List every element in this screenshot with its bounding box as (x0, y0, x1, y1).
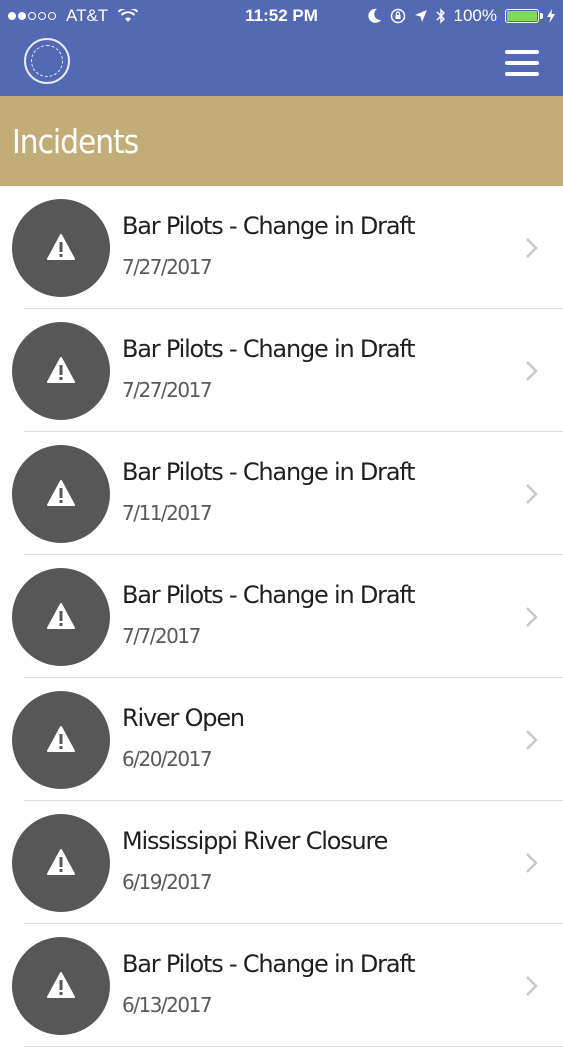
battery-percent: 100% (453, 6, 497, 25)
incident-title: Mississippi River Closure (122, 827, 388, 855)
status-bar: AT&T 11:52 PM 100% (0, 0, 563, 32)
page-title: Incidents (12, 122, 139, 161)
chevron-right-icon (526, 730, 538, 750)
incident-icon (12, 814, 110, 912)
incident-date: 7/11/2017 (122, 501, 213, 525)
warning-icon (47, 972, 75, 998)
incident-date: 7/27/2017 (122, 255, 213, 279)
incident-title: Bar Pilots - Change in Draft (122, 950, 416, 978)
chevron-right-icon (526, 484, 538, 504)
hamburger-menu-icon[interactable] (505, 50, 539, 76)
chevron-right-icon (526, 361, 538, 381)
rotation-lock-icon (390, 8, 405, 24)
incident-title: Bar Pilots - Change in Draft (122, 335, 416, 363)
incident-date: 7/27/2017 (122, 378, 213, 402)
incident-title: Bar Pilots - Change in Draft (122, 212, 416, 240)
warning-icon (47, 234, 75, 260)
list-item[interactable]: Bar Pilots - Change in Draft 7/11/2017 (0, 432, 563, 555)
location-arrow-icon (414, 10, 427, 22)
incident-icon (12, 568, 110, 666)
warning-icon (47, 480, 75, 506)
page-header: Incidents (0, 96, 563, 186)
charging-bolt-icon (547, 9, 555, 23)
status-right: 100% (367, 6, 555, 26)
incident-icon (12, 937, 110, 1035)
battery-icon (505, 9, 543, 23)
chevron-right-icon (526, 238, 538, 258)
incident-date: 6/19/2017 (122, 870, 213, 894)
incident-icon (12, 322, 110, 420)
chevron-right-icon (526, 853, 538, 873)
nav-bar (0, 32, 563, 96)
incident-date: 6/13/2017 (122, 993, 213, 1017)
warning-icon (47, 726, 75, 752)
list-item[interactable]: River Open 6/20/2017 (0, 678, 563, 801)
list-item[interactable]: Mississippi River Closure 6/19/2017 (0, 801, 563, 924)
incident-title: River Open (122, 704, 245, 732)
seal-logo[interactable] (24, 38, 70, 84)
list-item[interactable]: Bar Pilots - Change in Draft 7/27/2017 (0, 186, 563, 309)
chevron-right-icon (526, 976, 538, 996)
moon-icon (367, 8, 381, 23)
warning-icon (47, 357, 75, 383)
warning-icon (47, 849, 75, 875)
incident-date: 7/7/2017 (122, 624, 201, 648)
list-item[interactable]: Bar Pilots - Change in Draft 7/7/2017 (0, 555, 563, 678)
list-item[interactable]: Bar Pilots - Change in Draft 6/13/2017 (0, 924, 563, 1047)
bluetooth-icon (435, 8, 445, 24)
chevron-right-icon (526, 607, 538, 627)
incident-title: Bar Pilots - Change in Draft (122, 458, 416, 486)
incident-icon (12, 199, 110, 297)
incident-icon (12, 445, 110, 543)
incident-date: 6/20/2017 (122, 747, 213, 771)
warning-icon (47, 603, 75, 629)
list-item[interactable]: Bar Pilots - Change in Draft 7/27/2017 (0, 309, 563, 432)
incident-title: Bar Pilots - Change in Draft (122, 581, 416, 609)
incident-icon (12, 691, 110, 789)
incident-list: Bar Pilots - Change in Draft 7/27/2017 B… (0, 186, 563, 1047)
